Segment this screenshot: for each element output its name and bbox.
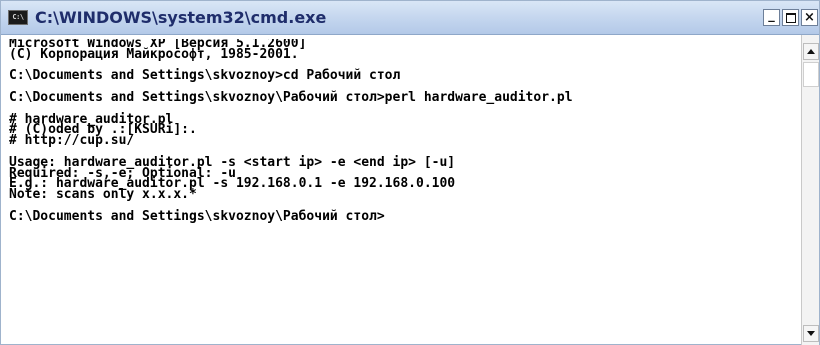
console-line: C:\Documents and Settings\skvoznoy>cd Ра… — [9, 68, 401, 84]
console-line: # http://cup.su/ — [9, 133, 135, 149]
console-prompt-line[interactable]: C:\Documents and Settings\skvoznoy\Рабоч… — [9, 210, 791, 223]
close-button[interactable]: × — [801, 9, 818, 26]
console-output[interactable]: Microsoft Windows XP [Версия 5.1.2600] (… — [9, 39, 791, 339]
title-bar[interactable]: C:\ C:\WINDOWS\system32\cmd.exe _ × — [1, 1, 819, 35]
console-line: C:\Documents and Settings\skvoznoy\Рабоч… — [9, 89, 573, 106]
window-title: C:\WINDOWS\system32\cmd.exe — [35, 8, 327, 27]
minimize-button[interactable]: _ — [763, 9, 780, 26]
maximize-button[interactable] — [782, 9, 799, 26]
console-line: (С) Корпорация Майкрософт, 1985-2001. — [9, 46, 299, 62]
console-line: Note: scans only x.x.x.* — [9, 186, 197, 203]
cmd-console-icon[interactable]: C:\ — [8, 10, 28, 25]
scroll-up-arrow-icon[interactable] — [803, 43, 819, 60]
scroll-thumb[interactable] — [803, 62, 819, 87]
scroll-down-arrow-icon[interactable] — [803, 325, 819, 342]
cmd-window: C:\ C:\WINDOWS\system32\cmd.exe _ × Micr… — [0, 0, 820, 345]
vertical-scrollbar[interactable] — [801, 35, 819, 345]
